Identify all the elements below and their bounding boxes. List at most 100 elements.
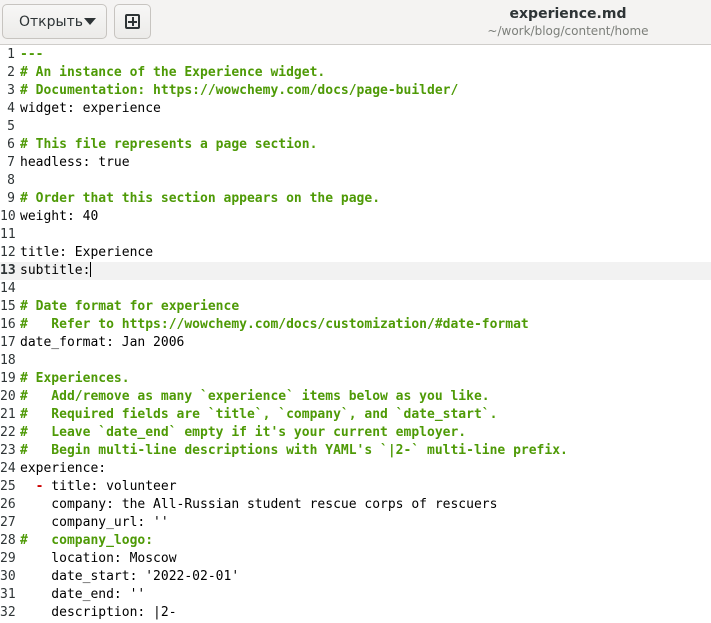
line-number: 3 <box>7 83 15 98</box>
code-line[interactable]: 14 <box>0 280 711 298</box>
code-comment: # Order that this section appears on the… <box>20 191 381 206</box>
code-line[interactable]: 19 # Experiences. <box>0 370 711 388</box>
line-number: 5 <box>7 119 15 134</box>
code-line[interactable]: 30 date_start: '2022-02-01' <box>0 568 711 586</box>
file-name: experience.md <box>509 6 627 22</box>
code-line[interactable]: 32 description: |2- <box>0 604 711 622</box>
code-line[interactable]: 22 # Leave `date_end` empty if it's your … <box>0 424 711 442</box>
open-button-label: Открыть <box>19 13 83 30</box>
code-line[interactable]: 31 date_end: '' <box>0 586 711 604</box>
code-token: headless: true <box>20 155 130 170</box>
code-line[interactable]: 17 date_format: Jan 2006 <box>0 334 711 352</box>
line-number: 8 <box>7 173 15 188</box>
code-token: widget: experience <box>20 101 161 116</box>
code-line[interactable]: 11 <box>0 226 711 244</box>
code-token: subtitle: <box>20 263 91 278</box>
line-text: # Leave `date_end` empty if it's your cu… <box>15 424 466 442</box>
line-text <box>15 352 20 370</box>
text-editor[interactable]: 1 --- 2 # An instance of the Experience wid… <box>0 45 711 622</box>
line-text: # Add/remove as many `experience` items … <box>15 388 490 406</box>
code-line[interactable]: 7 headless: true <box>0 154 711 172</box>
line-number: 12 <box>0 245 16 260</box>
code-line[interactable]: 10 weight: 40 <box>0 208 711 226</box>
code-line[interactable]: 29 location: Moscow <box>0 550 711 568</box>
line-number: 1 <box>7 47 15 62</box>
line-number: 4 <box>7 101 15 116</box>
code-line[interactable]: 15 # Date format for experience <box>0 298 711 316</box>
line-text <box>15 280 20 298</box>
code-line[interactable]: 24 experience: <box>0 460 711 478</box>
file-path: ~/work/blog/content/home <box>487 24 649 38</box>
line-number: 7 <box>7 155 15 170</box>
code-line[interactable]: 20 # Add/remove as many `experience` item… <box>0 388 711 406</box>
line-number: 22 <box>0 425 16 440</box>
code-line[interactable]: 4 widget: experience <box>0 100 711 118</box>
line-number: 14 <box>0 281 16 296</box>
line-text: weight: 40 <box>15 208 98 226</box>
code-comment: # Begin multi-line descriptions with YAM… <box>20 443 568 458</box>
code-line[interactable]: 21 # Required fields are `title`, `compan… <box>0 406 711 424</box>
code-line[interactable]: 9 # Order that this section appears on th… <box>0 190 711 208</box>
line-text: date_end: '' <box>15 586 145 604</box>
line-number: 11 <box>0 227 16 242</box>
line-number: 17 <box>0 335 16 350</box>
line-number: 29 <box>0 551 16 566</box>
line-text: experience: <box>15 460 106 478</box>
code-line[interactable]: 27 company_url: '' <box>0 514 711 532</box>
code-token: title: volunteer <box>43 479 177 494</box>
code-line[interactable]: 13 subtitle: <box>0 262 711 280</box>
code-comment: # This file represents a page section. <box>20 137 318 152</box>
line-text: # An instance of the Experience widget. <box>15 64 325 82</box>
code-line[interactable]: 28 # company_logo: <box>0 532 711 550</box>
line-text: subtitle: <box>15 262 92 280</box>
code-line[interactable]: 5 <box>0 118 711 136</box>
line-text <box>15 172 20 190</box>
code-token: date_format: Jan 2006 <box>20 335 185 350</box>
open-button[interactable]: Открыть <box>2 4 107 39</box>
line-number: 31 <box>0 587 16 602</box>
code-line[interactable]: 6 # This file represents a page section. <box>0 136 711 154</box>
line-number: 28 <box>0 533 16 548</box>
code-line[interactable]: 16 # Refer to https://wowchemy.com/docs/c… <box>0 316 711 334</box>
header-bar: Открыть experience.md ~/work/blog/conten… <box>0 0 711 45</box>
code-line[interactable]: 8 <box>0 172 711 190</box>
line-text: date_format: Jan 2006 <box>15 334 184 352</box>
code-line[interactable]: 23 # Begin multi-line descriptions with Y… <box>0 442 711 460</box>
line-number: 9 <box>7 191 15 206</box>
line-text: # Documentation: https://wowchemy.com/do… <box>15 82 458 100</box>
code-comment: --- <box>20 47 44 62</box>
code-line[interactable]: 3 # Documentation: https://wowchemy.com/d… <box>0 82 711 100</box>
line-text: headless: true <box>15 154 130 172</box>
line-number: 10 <box>0 209 16 224</box>
code-line[interactable]: 18 <box>0 352 711 370</box>
line-text: # Refer to https://wowchemy.com/docs/cus… <box>15 316 529 334</box>
line-number: 30 <box>0 569 16 584</box>
new-document-button[interactable] <box>114 4 151 39</box>
line-number: 27 <box>0 515 16 530</box>
line-text <box>15 226 20 244</box>
line-text: - title: volunteer <box>15 478 177 496</box>
line-text: # This file represents a page section. <box>15 136 317 154</box>
code-line[interactable]: 2 # An instance of the Experience widget. <box>0 64 711 82</box>
line-text: # Experiences. <box>15 370 130 388</box>
code-comment: # Leave `date_end` empty if it's your cu… <box>20 425 467 440</box>
line-text: company: the All-Russian student rescue … <box>15 496 497 514</box>
line-text <box>15 118 20 136</box>
chevron-down-icon <box>84 18 96 25</box>
code-token: date_start: '2022-02-01' <box>20 569 240 584</box>
code-comment: # Required fields are `title`, `company`… <box>20 407 498 422</box>
code-line[interactable]: 25 - title: volunteer <box>0 478 711 496</box>
code-token: company: the All-Russian student rescue … <box>20 497 498 512</box>
code-token: experience: <box>20 461 107 476</box>
line-number: 18 <box>0 353 16 368</box>
code-line[interactable]: 12 title: Experience <box>0 244 711 262</box>
line-text: widget: experience <box>15 100 161 118</box>
code-line[interactable]: 26 company: the All-Russian student resc… <box>0 496 711 514</box>
line-number: 16 <box>0 317 16 332</box>
window-title: experience.md ~/work/blog/content/home <box>400 5 711 39</box>
code-comment: # Experiences. <box>20 371 130 386</box>
code-token: weight: 40 <box>20 209 99 224</box>
code-token: location: Moscow <box>20 551 177 566</box>
code-line[interactable]: 1 --- <box>0 46 711 64</box>
